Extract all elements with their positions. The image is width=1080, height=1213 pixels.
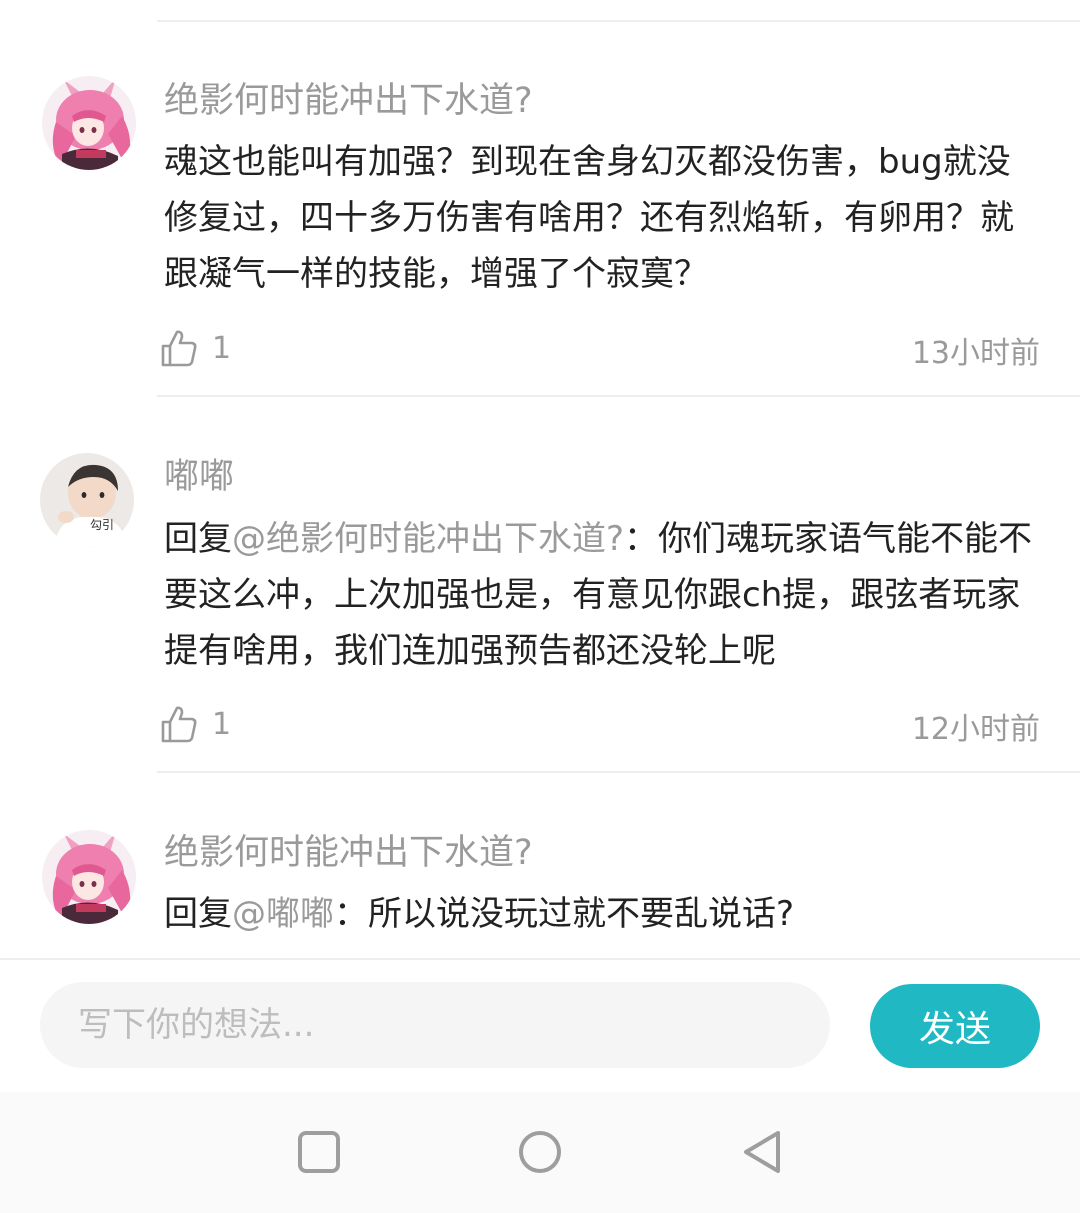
comment-username[interactable]: 绝影何时能冲出下水道? bbox=[164, 80, 533, 122]
comment-username[interactable]: 嘟嘟 bbox=[164, 456, 234, 498]
pink-hair-anime-avatar-icon bbox=[42, 76, 136, 170]
system-navigation-bar bbox=[0, 1092, 1080, 1213]
divider bbox=[157, 20, 1080, 22]
reply-separator: ： bbox=[624, 519, 659, 559]
comment-text: 回复@绝影何时能冲出下水道?：你们魂玩家语气能不能不要这么冲，上次加强也是，有意… bbox=[164, 511, 1044, 679]
comment-thread: 绝影何时能冲出下水道? 魂这也能叫有加强？到现在舍身幻灭都没伤害，bug就没修复… bbox=[0, 0, 1080, 958]
send-button[interactable]: 发送 bbox=[870, 984, 1040, 1068]
avatar[interactable] bbox=[42, 830, 136, 924]
comment-text: 魂这也能叫有加强？到现在舍身幻灭都没伤害，bug就没修复过，四十多万伤害有啥用？… bbox=[164, 142, 1014, 294]
reply-text: 所以说没玩过就不要乱说话? bbox=[368, 894, 795, 934]
like-button[interactable]: 1 bbox=[160, 326, 240, 370]
thumbs-up-icon bbox=[161, 330, 197, 367]
back-button[interactable] bbox=[732, 1122, 792, 1182]
avatar-caption: 勾引 bbox=[90, 518, 114, 532]
comment-composer: 发送 bbox=[0, 958, 1080, 1094]
divider bbox=[157, 771, 1080, 773]
like-count: 1 bbox=[212, 330, 232, 366]
home-button[interactable] bbox=[510, 1122, 570, 1182]
pink-hair-anime-avatar-icon bbox=[42, 830, 136, 924]
reply-separator: ： bbox=[334, 894, 368, 934]
home-icon bbox=[519, 1131, 561, 1173]
like-count: 1 bbox=[212, 706, 232, 742]
comment-input[interactable] bbox=[40, 982, 830, 1068]
avatar[interactable]: 勾引 bbox=[40, 453, 134, 547]
avatar[interactable] bbox=[42, 76, 136, 170]
like-button[interactable]: 1 bbox=[160, 702, 240, 746]
comment-timestamp: 12小时前 bbox=[911, 712, 1040, 747]
comment-username[interactable]: 绝影何时能冲出下水道? bbox=[164, 832, 533, 874]
back-icon bbox=[744, 1131, 780, 1173]
comment-timestamp: 13小时前 bbox=[911, 336, 1040, 371]
thumbs-up-icon bbox=[161, 706, 197, 743]
divider bbox=[157, 395, 1080, 397]
recent-apps-button[interactable] bbox=[289, 1122, 349, 1182]
reply-prefix: 回复 bbox=[164, 894, 232, 934]
reply-mention[interactable]: @绝影何时能冲出下水道? bbox=[232, 519, 624, 559]
reply-mention[interactable]: @嘟嘟 bbox=[232, 894, 334, 934]
recent-apps-icon bbox=[298, 1131, 340, 1173]
reply-prefix: 回复 bbox=[164, 519, 232, 559]
comment-text: 回复@嘟嘟：所以说没玩过就不要乱说话? bbox=[164, 886, 1044, 942]
baby-photo-avatar-icon: 勾引 bbox=[40, 453, 134, 547]
